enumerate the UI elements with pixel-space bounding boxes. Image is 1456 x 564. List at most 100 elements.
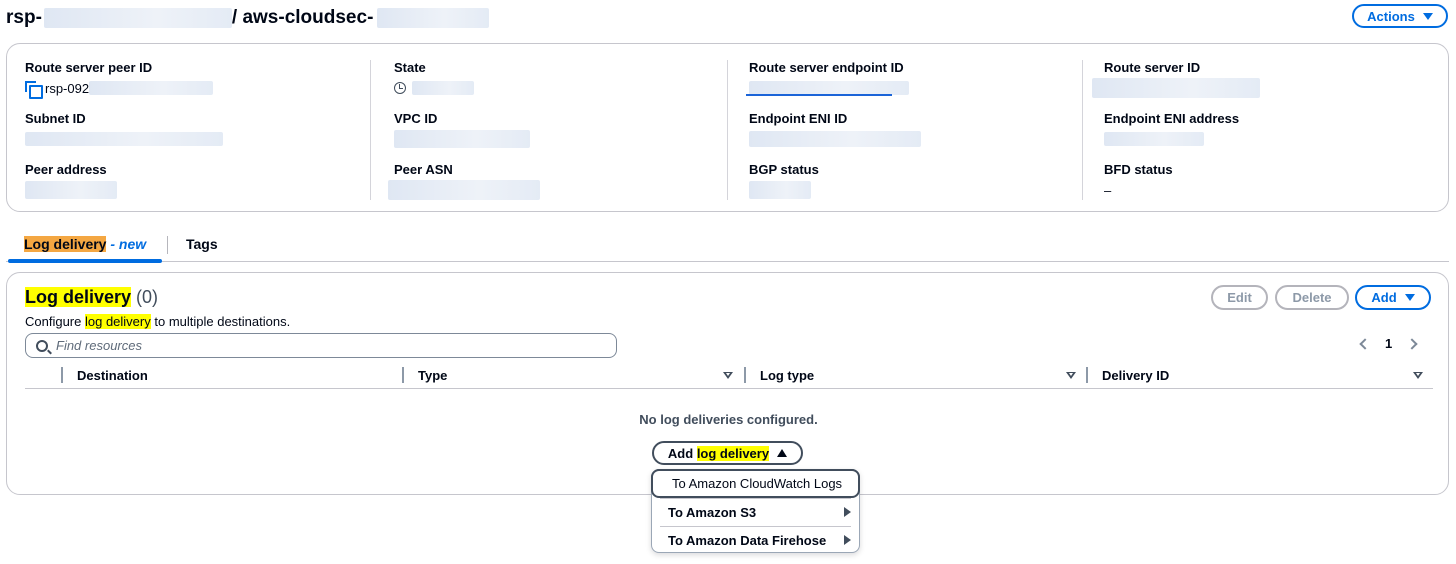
redacted-text (25, 181, 117, 199)
add-log-highlight: log delivery (696, 445, 770, 461)
column-resizer[interactable] (61, 367, 63, 383)
redacted-text (388, 180, 540, 200)
log-delivery-title: Log delivery (0) (25, 287, 158, 308)
sort-icon[interactable] (1066, 372, 1076, 379)
redacted-text (1092, 78, 1260, 98)
redacted-text (89, 81, 214, 95)
add-log-prefix: Add (667, 445, 697, 461)
bgp-status-field: BGP status (749, 162, 819, 199)
peer-asn-field: Peer ASN (388, 162, 540, 200)
log-delivery-title-text: Log delivery (25, 287, 132, 307)
field-label: Subnet ID (25, 111, 86, 126)
new-badge: - new (110, 236, 147, 252)
pagination: 1 (1359, 336, 1418, 351)
state-field: State (394, 60, 474, 97)
search-icon (36, 339, 48, 352)
page-title-name: / aws-cloudsec- (231, 7, 374, 28)
column-divider (1082, 60, 1083, 200)
redacted-text (749, 181, 811, 199)
add-log-delivery-label: Add log delivery (667, 445, 770, 461)
redacted-text (377, 8, 490, 28)
menu-item-label: To Amazon S3 (668, 504, 757, 520)
submenu-arrow-icon (844, 535, 851, 545)
edit-button[interactable]: Edit (1211, 285, 1268, 310)
field-label: Route server endpoint ID (749, 60, 904, 75)
details-card: Route server peer ID rsp-092 State Route… (6, 43, 1449, 212)
sort-icon[interactable] (1413, 372, 1423, 379)
search-input[interactable] (56, 338, 556, 353)
column-resizer[interactable] (744, 367, 746, 383)
caret-down-icon (1404, 294, 1415, 301)
clock-icon (394, 82, 406, 94)
add-button[interactable]: Add (1355, 285, 1431, 310)
page-title: rsp- / aws-cloudsec- (6, 6, 490, 30)
peer-address-field: Peer address (25, 162, 117, 199)
active-tab-indicator (8, 259, 163, 263)
bfd-status-value: – (1104, 182, 1112, 198)
actions-label: Actions (1367, 8, 1415, 24)
search-field[interactable] (25, 333, 617, 358)
chevron-right-icon[interactable] (1406, 337, 1418, 350)
tab-tags[interactable]: Tags (186, 236, 218, 262)
field-label: Peer address (25, 162, 107, 177)
copy-icon[interactable] (25, 81, 43, 99)
column-divider (727, 60, 728, 200)
menu-item-label: To Amazon Data Firehose (668, 532, 827, 548)
column-divider (370, 60, 371, 200)
description-suffix: to multiple destinations. (150, 314, 291, 329)
menu-item-data-firehose[interactable]: To Amazon Data Firehose (652, 526, 859, 554)
actions-button[interactable]: Actions (1352, 4, 1448, 28)
field-label: BFD status (1104, 162, 1173, 177)
redacted-text (412, 81, 474, 95)
column-resizer[interactable] (402, 367, 404, 383)
log-delivery-description: Configure log delivery to multiple desti… (25, 314, 290, 329)
column-header-log-type[interactable]: Log type (760, 368, 814, 383)
field-label: BGP status (749, 162, 819, 177)
tab-divider (167, 236, 168, 254)
field-label: State (394, 60, 426, 75)
field-label: VPC ID (394, 111, 438, 126)
redacted-text (1104, 132, 1204, 146)
tab-log-delivery[interactable]: Log delivery - new (8, 236, 163, 263)
redacted-text (749, 131, 921, 147)
menu-item-cloudwatch-logs[interactable]: To Amazon CloudWatch Logs (651, 469, 860, 498)
add-log-delivery-menu: To Amazon CloudWatch Logs To Amazon S3 T… (651, 469, 860, 553)
field-label: Endpoint ENI ID (749, 111, 848, 126)
sort-icon[interactable] (723, 372, 733, 379)
caret-down-icon (1422, 12, 1433, 20)
empty-state-message: No log deliveries configured. (639, 412, 818, 427)
delete-button[interactable]: Delete (1275, 285, 1349, 310)
page-number[interactable]: 1 (1385, 336, 1392, 351)
caret-up-icon (777, 449, 788, 457)
table-header: Destination Type Log type Delivery ID (25, 365, 1433, 389)
tab-bar: Log delivery - new Tags (6, 232, 1449, 263)
redacted-text (43, 8, 232, 28)
log-delivery-count: (0) (136, 287, 159, 307)
add-label: Add (1371, 290, 1397, 305)
column-header-destination[interactable]: Destination (77, 368, 148, 383)
column-resizer[interactable] (1086, 367, 1088, 383)
route-server-endpoint-id-field: Route server endpoint ID (749, 60, 909, 97)
add-log-delivery-button[interactable]: Add log delivery (652, 441, 803, 465)
menu-item-s3[interactable]: To Amazon S3 (652, 498, 859, 526)
tab-log-delivery-label: Log delivery (24, 236, 107, 252)
route-server-peer-id-value: rsp-092 (45, 80, 90, 96)
vpc-id-field: VPC ID (394, 111, 530, 148)
bfd-status-field: BFD status – (1104, 162, 1173, 199)
column-header-delivery-id[interactable]: Delivery ID (1102, 368, 1169, 383)
description-highlight: log delivery (84, 314, 151, 329)
route-server-peer-id-field: Route server peer ID rsp-092 (25, 60, 214, 99)
field-label: Route server peer ID (25, 60, 153, 75)
redacted-link[interactable] (749, 81, 909, 95)
chevron-left-icon[interactable] (1359, 337, 1371, 350)
subnet-id-field: Subnet ID (25, 111, 223, 148)
endpoint-eni-address-field: Endpoint ENI address (1104, 111, 1239, 148)
route-server-id-field: Route server ID (1092, 60, 1260, 98)
redacted-text (394, 130, 530, 148)
field-label: Peer ASN (394, 162, 453, 177)
endpoint-eni-id-field: Endpoint ENI ID (749, 111, 921, 148)
redacted-text (25, 132, 223, 146)
field-label: Route server ID (1104, 60, 1201, 75)
description-prefix: Configure (25, 314, 85, 329)
column-header-type[interactable]: Type (418, 368, 447, 383)
